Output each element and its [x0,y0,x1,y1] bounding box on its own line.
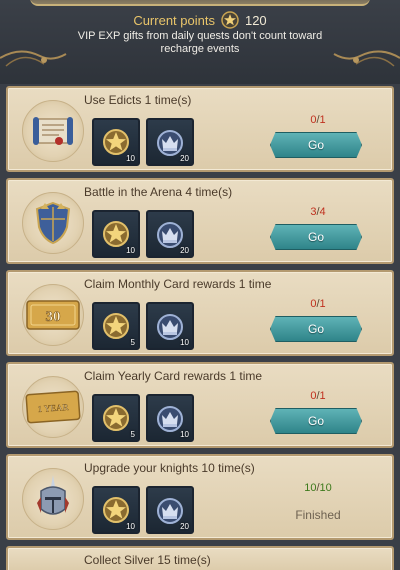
reward-count: 20 [180,246,189,255]
quest-title: Claim Yearly Card rewards 1 time [84,369,263,383]
quest-title: Upgrade your knights 10 time(s) [84,461,255,475]
quest-emblem [22,468,84,530]
progress-total: 1 [319,114,326,126]
quest-progress: 0/1 [310,390,326,402]
progress-current: 10 [304,482,317,494]
quest-emblem [22,192,84,254]
quest-title: Collect Silver 15 time(s) [84,553,211,567]
vip-points-icon [221,11,239,29]
quest-title: Use Edicts 1 time(s) [84,93,192,107]
quest-emblem: 30 [22,284,84,346]
quest-emblem [22,100,84,162]
quest-card: Upgrade your knights 10 time(s) 10 20 10… [6,454,394,540]
reward-crown-badge[interactable]: 20 [146,210,194,258]
yearly-card-icon: 1 YEAR [25,390,81,424]
reward-count: 10 [180,338,189,347]
progress-total: 4 [319,206,326,218]
quest-card: Claim Monthly Card rewards 1 time 30 5 1… [6,270,394,356]
quest-list: Use Edicts 1 time(s) 10 20 0/1 Go Battle… [6,86,394,570]
star-medal-icon [103,405,129,431]
reward-count: 10 [180,430,189,439]
monthly-card-label: 30 [46,309,61,325]
progress-total: 1 [319,298,326,310]
monthly-card-icon: 30 [26,300,80,330]
shield-icon [35,201,71,245]
quest-emblem: 1 YEAR [22,376,84,438]
quest-progress: 3/4 [310,206,326,218]
quest-progress: 0/1 [310,114,326,126]
star-medal-icon [103,313,129,339]
vip-exp-notice: VIP EXP gifts from daily quests don't co… [77,30,323,55]
quest-progress: 0/1 [310,298,326,310]
points-label: Current points [133,12,215,28]
quest-title: Claim Monthly Card rewards 1 time [84,277,272,291]
reward-star-medal[interactable]: 5 [92,302,140,350]
reward-crown-badge[interactable]: 20 [146,486,194,534]
knight-helmet-icon [37,475,69,515]
quest-card: Use Edicts 1 time(s) 10 20 0/1 Go [6,86,394,172]
finished-status: Finished [295,508,341,522]
progress-total: 10 [319,482,332,494]
header-top-bar [30,0,370,6]
go-button[interactable]: Go [270,408,362,434]
reward-count: 5 [130,338,135,347]
reward-star-medal[interactable]: 5 [92,394,140,442]
quest-title: Battle in the Arena 4 time(s) [84,185,233,199]
reward-crown-badge[interactable]: 10 [146,394,194,442]
reward-crown-badge[interactable]: 20 [146,118,194,166]
quest-card: Collect Silver 15 time(s) [6,546,394,570]
reward-count: 10 [126,154,135,163]
quest-progress: 10/10 [304,482,332,494]
reward-count: 5 [130,430,135,439]
points-value: 120 [244,12,267,28]
go-button[interactable]: Go [270,224,362,250]
reward-count: 20 [180,522,189,531]
current-points-row: Current points 120 [0,10,400,30]
header-panel: Current points 120 VIP EXP gifts from da… [0,0,400,84]
go-button[interactable]: Go [270,316,362,342]
reward-count: 10 [126,246,135,255]
go-button[interactable]: Go [270,132,362,158]
reward-star-medal[interactable]: 10 [92,486,140,534]
reward-star-medal[interactable]: 10 [92,210,140,258]
scroll-icon [33,117,73,145]
reward-count: 10 [126,522,135,531]
quest-card: Battle in the Arena 4 time(s) 10 20 3/4 … [6,178,394,264]
reward-crown-badge[interactable]: 10 [146,302,194,350]
progress-total: 1 [319,390,326,402]
reward-count: 20 [180,154,189,163]
reward-star-medal[interactable]: 10 [92,118,140,166]
quest-card: Claim Yearly Card rewards 1 time 1 YEAR … [6,362,394,448]
